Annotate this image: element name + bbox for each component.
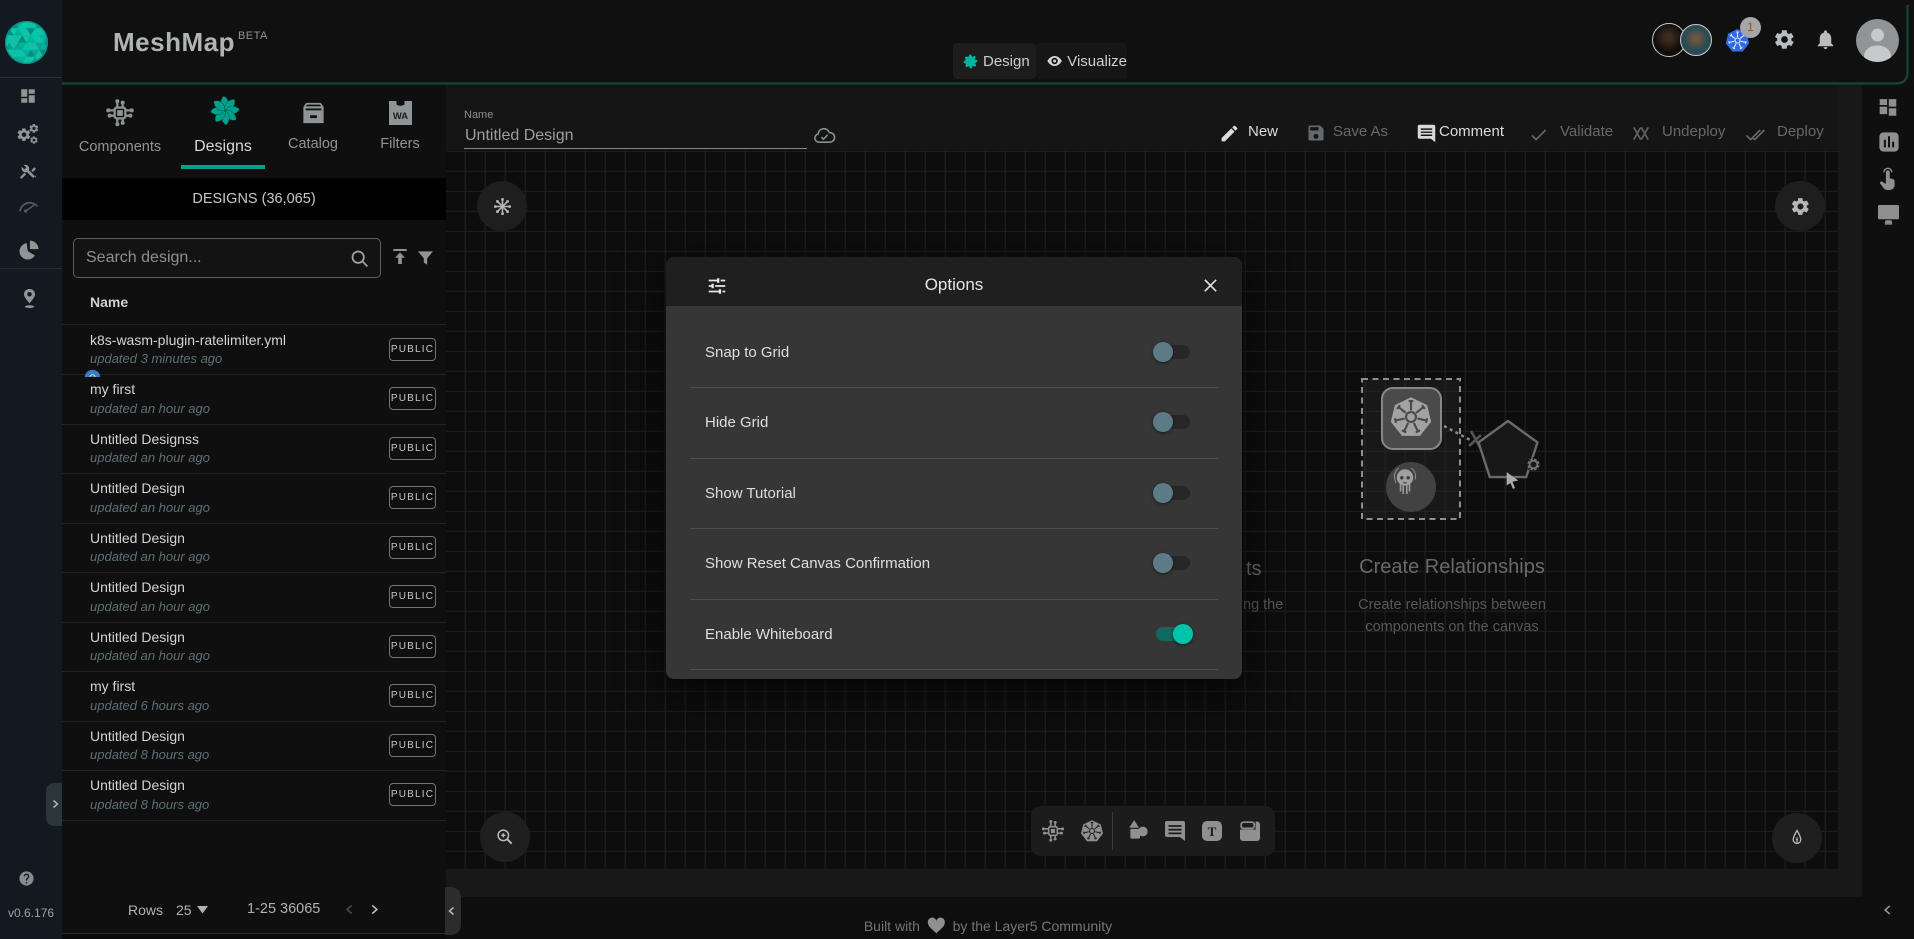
svg-text:T: T	[1208, 824, 1217, 839]
svg-text:WA: WA	[393, 111, 408, 122]
